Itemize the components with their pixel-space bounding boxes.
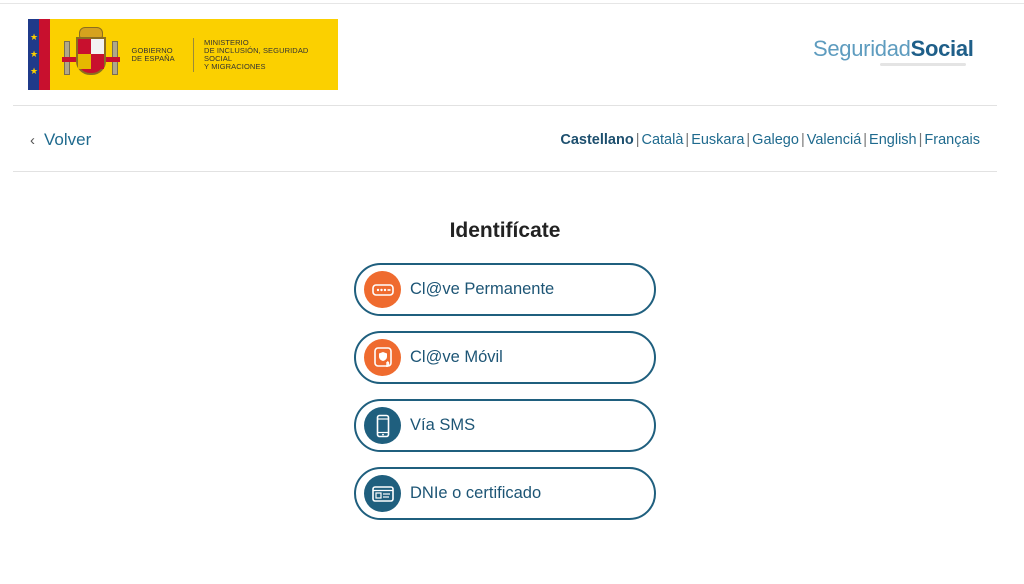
lang-castellano[interactable]: Castellano — [560, 132, 633, 148]
lang-separator: | — [800, 132, 805, 148]
eu-star-icon: ★ — [30, 32, 39, 42]
eu-star-icon: ★ — [30, 49, 39, 59]
lang-valencia[interactable]: Valenciá — [807, 132, 862, 148]
gobierno-de-espana-logo: ★ ★ ★ GOBIERNO DE ESPAÑA MINISTERIO DE I… — [28, 19, 338, 90]
id-card-icon — [364, 475, 401, 512]
lang-euskara[interactable]: Euskara — [691, 132, 744, 148]
gobierno-text: GOBIERNO DE ESPAÑA — [131, 45, 175, 63]
option-label: DNIe o certificado — [410, 484, 542, 502]
logo-underline — [880, 63, 966, 66]
seguridad-social-logo: SeguridadSocial — [813, 36, 974, 61]
back-label: Volver — [44, 130, 92, 149]
lang-separator: | — [635, 132, 640, 148]
header-divider — [13, 105, 997, 106]
clave-movil-button[interactable]: Cl@ve Móvil — [354, 331, 656, 384]
spain-flag-strip — [39, 19, 51, 90]
option-label: Cl@ve Permanente — [410, 280, 555, 298]
top-border — [0, 3, 1024, 4]
option-label: Cl@ve Móvil — [410, 348, 503, 366]
clave-permanente-button[interactable]: Cl@ve Permanente — [354, 263, 656, 316]
lang-separator: | — [863, 132, 868, 148]
lang-separator: | — [918, 132, 923, 148]
eu-star-icon: ★ — [30, 66, 39, 76]
lang-separator: | — [746, 132, 751, 148]
via-sms-button[interactable]: Vía SMS — [354, 399, 656, 452]
smartphone-icon — [364, 407, 401, 444]
dnie-certificado-button[interactable]: DNIe o certificado — [354, 467, 656, 520]
mobile-touch-icon — [364, 339, 401, 376]
ministry-text: MINISTERIO DE INCLUSIÓN, SEGURIDAD SOCIA… — [204, 37, 309, 71]
nav-divider — [13, 171, 997, 172]
password-field-icon — [364, 271, 401, 308]
coat-of-arms-icon — [62, 27, 121, 82]
chevron-left-icon: ‹ — [30, 131, 35, 149]
lang-galego[interactable]: Galego — [752, 132, 799, 148]
lang-english[interactable]: English — [869, 132, 917, 148]
logo-divider — [193, 37, 195, 72]
back-link[interactable]: ‹ Volver — [30, 130, 91, 150]
lang-separator: | — [685, 132, 690, 148]
lang-francais[interactable]: Français — [924, 132, 980, 148]
language-selector: Castellano | Català | Euskara | Galego |… — [560, 132, 980, 148]
lang-catala[interactable]: Català — [641, 132, 683, 148]
eu-flag-strip: ★ ★ ★ — [28, 19, 40, 90]
option-label: Vía SMS — [410, 416, 476, 434]
page-title: Identifícate — [449, 219, 561, 242]
